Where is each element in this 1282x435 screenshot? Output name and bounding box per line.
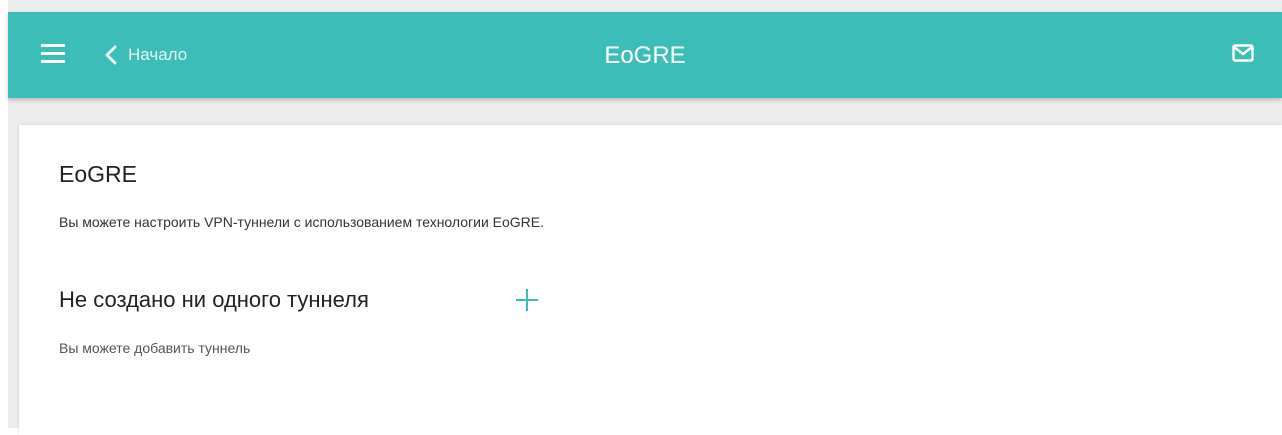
back-link[interactable]: Начало xyxy=(104,42,187,68)
envelope-icon[interactable] xyxy=(1232,44,1254,62)
tunnels-empty-title: Не создано ни одного туннеля xyxy=(59,287,369,312)
back-link-label: Начало xyxy=(128,45,188,64)
add-tunnel-plus-icon[interactable] xyxy=(515,288,539,312)
chevron-left-icon xyxy=(105,45,117,65)
tunnels-empty-hint: Вы можете добавить туннель xyxy=(59,340,251,356)
section-description: Вы можете настроить VPN-туннели с исполь… xyxy=(59,214,545,230)
top-app-bar: Начало EoGRE xyxy=(8,12,1282,98)
hamburger-menu-icon[interactable] xyxy=(41,44,65,64)
section-title: EoGRE xyxy=(59,161,137,187)
eogre-card: EoGRE Вы можете настроить VPN-туннели с … xyxy=(19,125,1282,435)
page-header-title: EoGRE xyxy=(604,42,686,69)
